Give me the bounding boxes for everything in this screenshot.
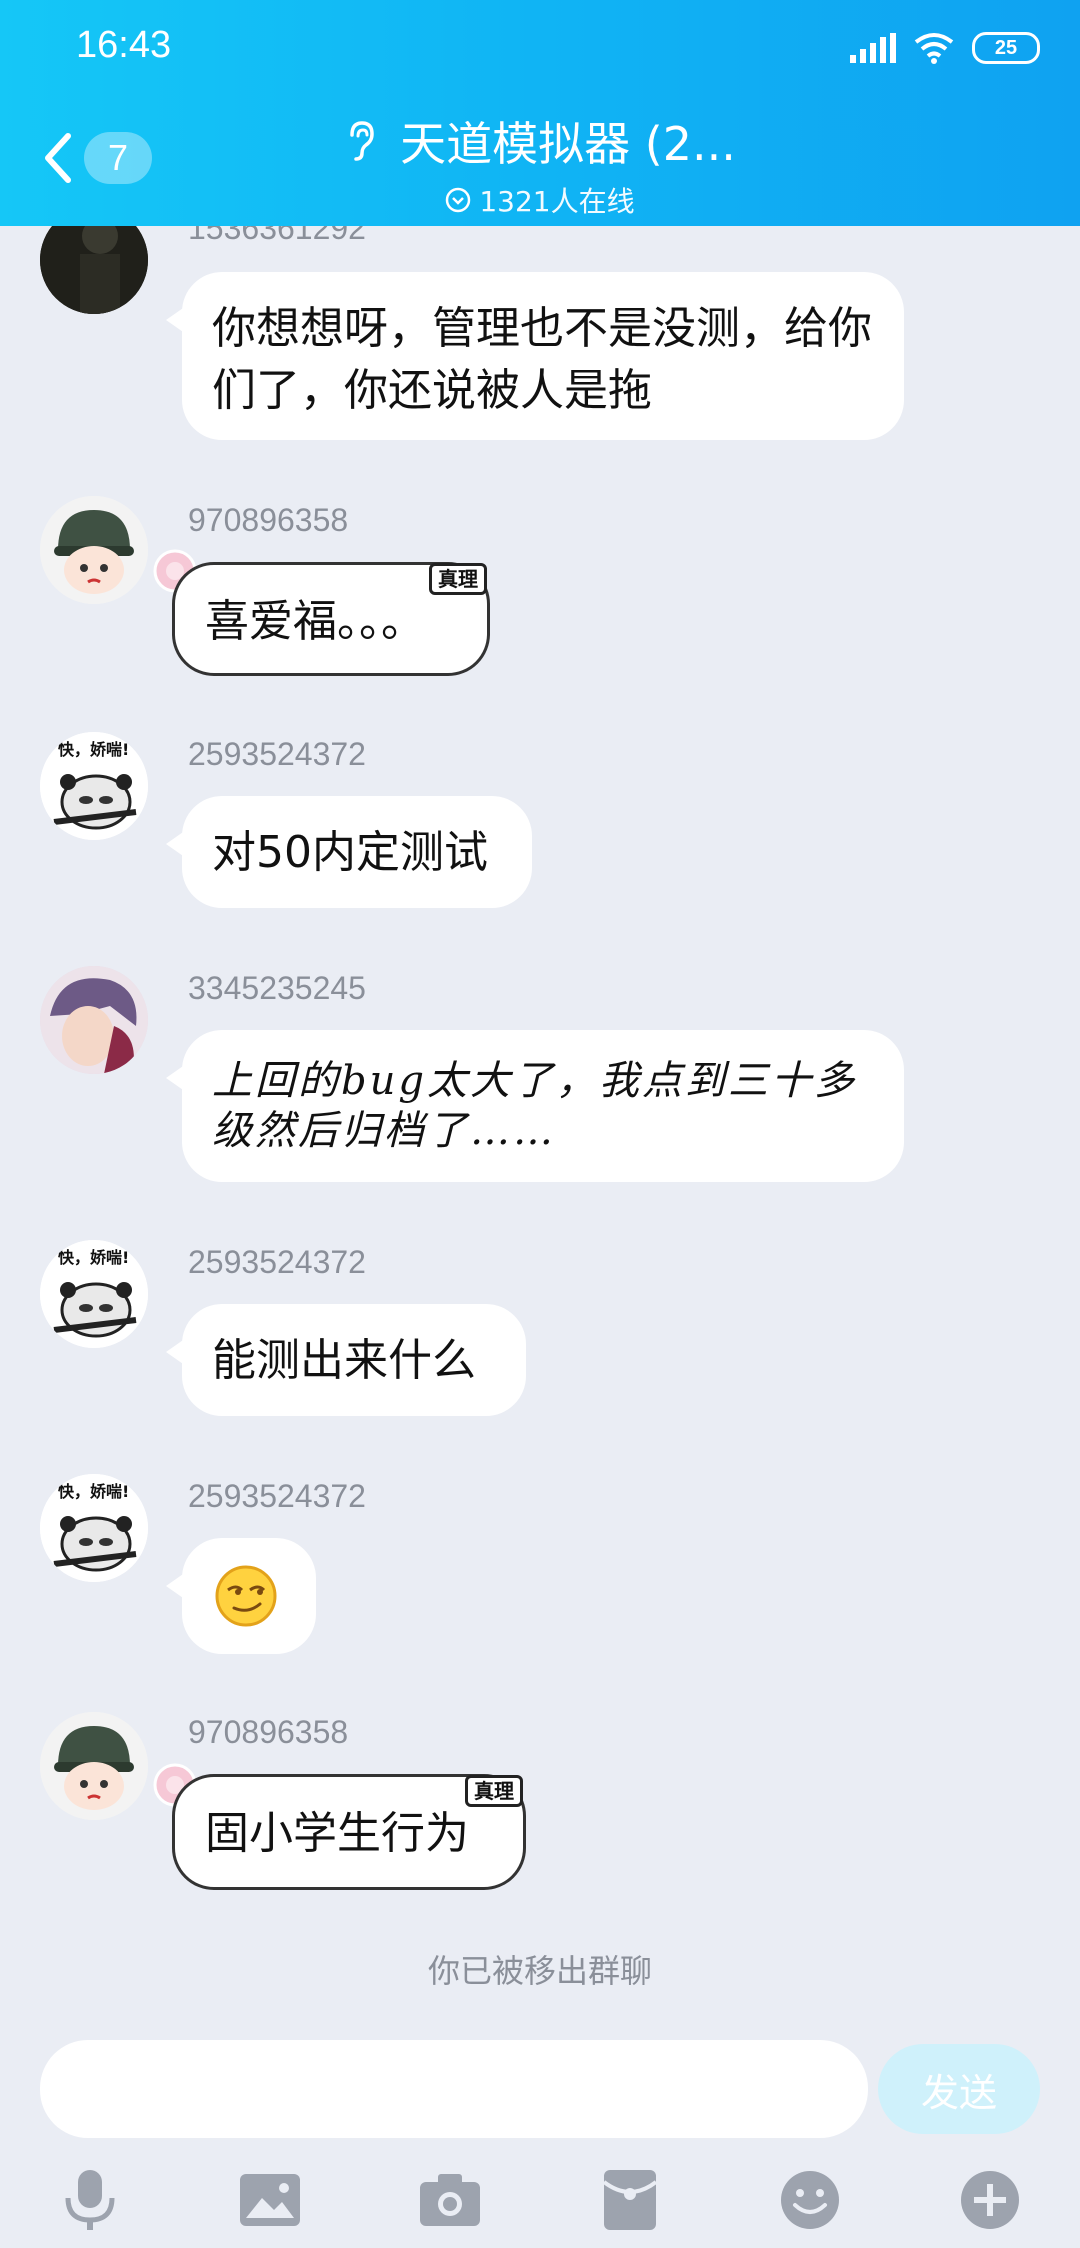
- group-title: 天道模拟器 (2...: [400, 117, 736, 171]
- message-bubble[interactable]: 上回的bug太大了，我点到三十多级然后归档了……: [166, 1030, 904, 1182]
- helmet-cartoon-avatar: [40, 496, 148, 604]
- wifi-icon: [914, 33, 954, 64]
- emoji-icon: [781, 2171, 839, 2229]
- avatar-caption: 快，娇喘!: [58, 740, 130, 759]
- image-button[interactable]: [234, 2164, 306, 2236]
- avatar-caption: 快，娇喘!: [58, 1248, 130, 1267]
- image-icon: [240, 2174, 300, 2226]
- smirk-emoji-icon: [215, 1565, 277, 1627]
- message-text: 能测出来什么: [212, 1335, 476, 1386]
- input-toolbar: [0, 2150, 1080, 2248]
- truth-tag: 真理: [429, 563, 487, 595]
- avatar[interactable]: 快，娇喘!: [40, 732, 148, 840]
- system-note: 你已被移出群聊: [427, 1952, 652, 1990]
- chat-header: 16:43 25 7 天道模拟器 (2... 1321人在线: [0, 0, 1080, 226]
- message-bubble[interactable]: [166, 1538, 316, 1654]
- chevron-down-circle-icon: [446, 187, 471, 213]
- message-bubble[interactable]: 真理 固小学生行为: [172, 1774, 526, 1890]
- sender-id: 3345235245: [188, 970, 366, 1006]
- camera-button[interactable]: [414, 2164, 486, 2236]
- sender-id: 2593524372: [188, 1244, 366, 1280]
- sender-id: 2593524372: [188, 1478, 366, 1514]
- camera-icon: [420, 2174, 480, 2226]
- emoji-button[interactable]: [774, 2164, 846, 2236]
- status-icons: 25: [850, 28, 1040, 68]
- message-text: 上回的bug太大了，我点到三十多级然后归档了……: [212, 1058, 857, 1154]
- status-time: 16:43: [76, 24, 172, 66]
- sender-id: 2593524372: [188, 736, 366, 772]
- title-area[interactable]: 天道模拟器 (2... 1321人在线: [0, 108, 1080, 220]
- send-button[interactable]: 发送: [878, 2044, 1040, 2134]
- red-packet-button[interactable]: [594, 2164, 666, 2236]
- helmet-cartoon-avatar: [40, 1712, 148, 1820]
- avatar[interactable]: 快，娇喘!: [40, 1474, 148, 1582]
- more-button[interactable]: [954, 2164, 1026, 2236]
- red-packet-icon: [602, 2170, 658, 2230]
- avatar[interactable]: [40, 496, 148, 604]
- message-text: 喜爱福。。。: [205, 596, 425, 647]
- message-bubble[interactable]: 对50内定测试: [166, 796, 532, 908]
- plus-icon: [961, 2171, 1019, 2229]
- online-count: 1321人在线: [0, 180, 1080, 220]
- voice-button[interactable]: [54, 2164, 126, 2236]
- avatar-caption: 快，娇喘!: [58, 1482, 130, 1501]
- message-bubble[interactable]: 能测出来什么: [166, 1304, 526, 1416]
- signal-icon: [850, 33, 896, 63]
- message-bubble[interactable]: 真理 喜爱福。。。: [172, 562, 490, 676]
- sender-id: 970896358: [188, 502, 349, 538]
- online-count-text: 1321人在线: [479, 185, 635, 218]
- anime-portrait-avatar: [40, 966, 148, 1074]
- avatar[interactable]: [40, 1712, 148, 1820]
- message-text: 对50内定测试: [212, 827, 488, 878]
- battery-indicator: 25: [972, 32, 1040, 64]
- truth-tag: 真理: [465, 1775, 523, 1807]
- message-text: 你想想呀，管理也不是没测，给你们了，你还说被人是拖: [212, 303, 872, 416]
- message-bubble[interactable]: 你想想呀，管理也不是没测，给你们了，你还说被人是拖: [166, 272, 904, 440]
- message-input[interactable]: [40, 2040, 868, 2138]
- avatar[interactable]: [40, 966, 148, 1074]
- ear-icon[interactable]: [344, 119, 378, 163]
- sender-id: 970896358: [188, 1714, 349, 1750]
- message-text: 固小学生行为: [205, 1808, 469, 1859]
- avatar[interactable]: 快，娇喘!: [40, 1240, 148, 1348]
- microphone-icon: [65, 2170, 115, 2230]
